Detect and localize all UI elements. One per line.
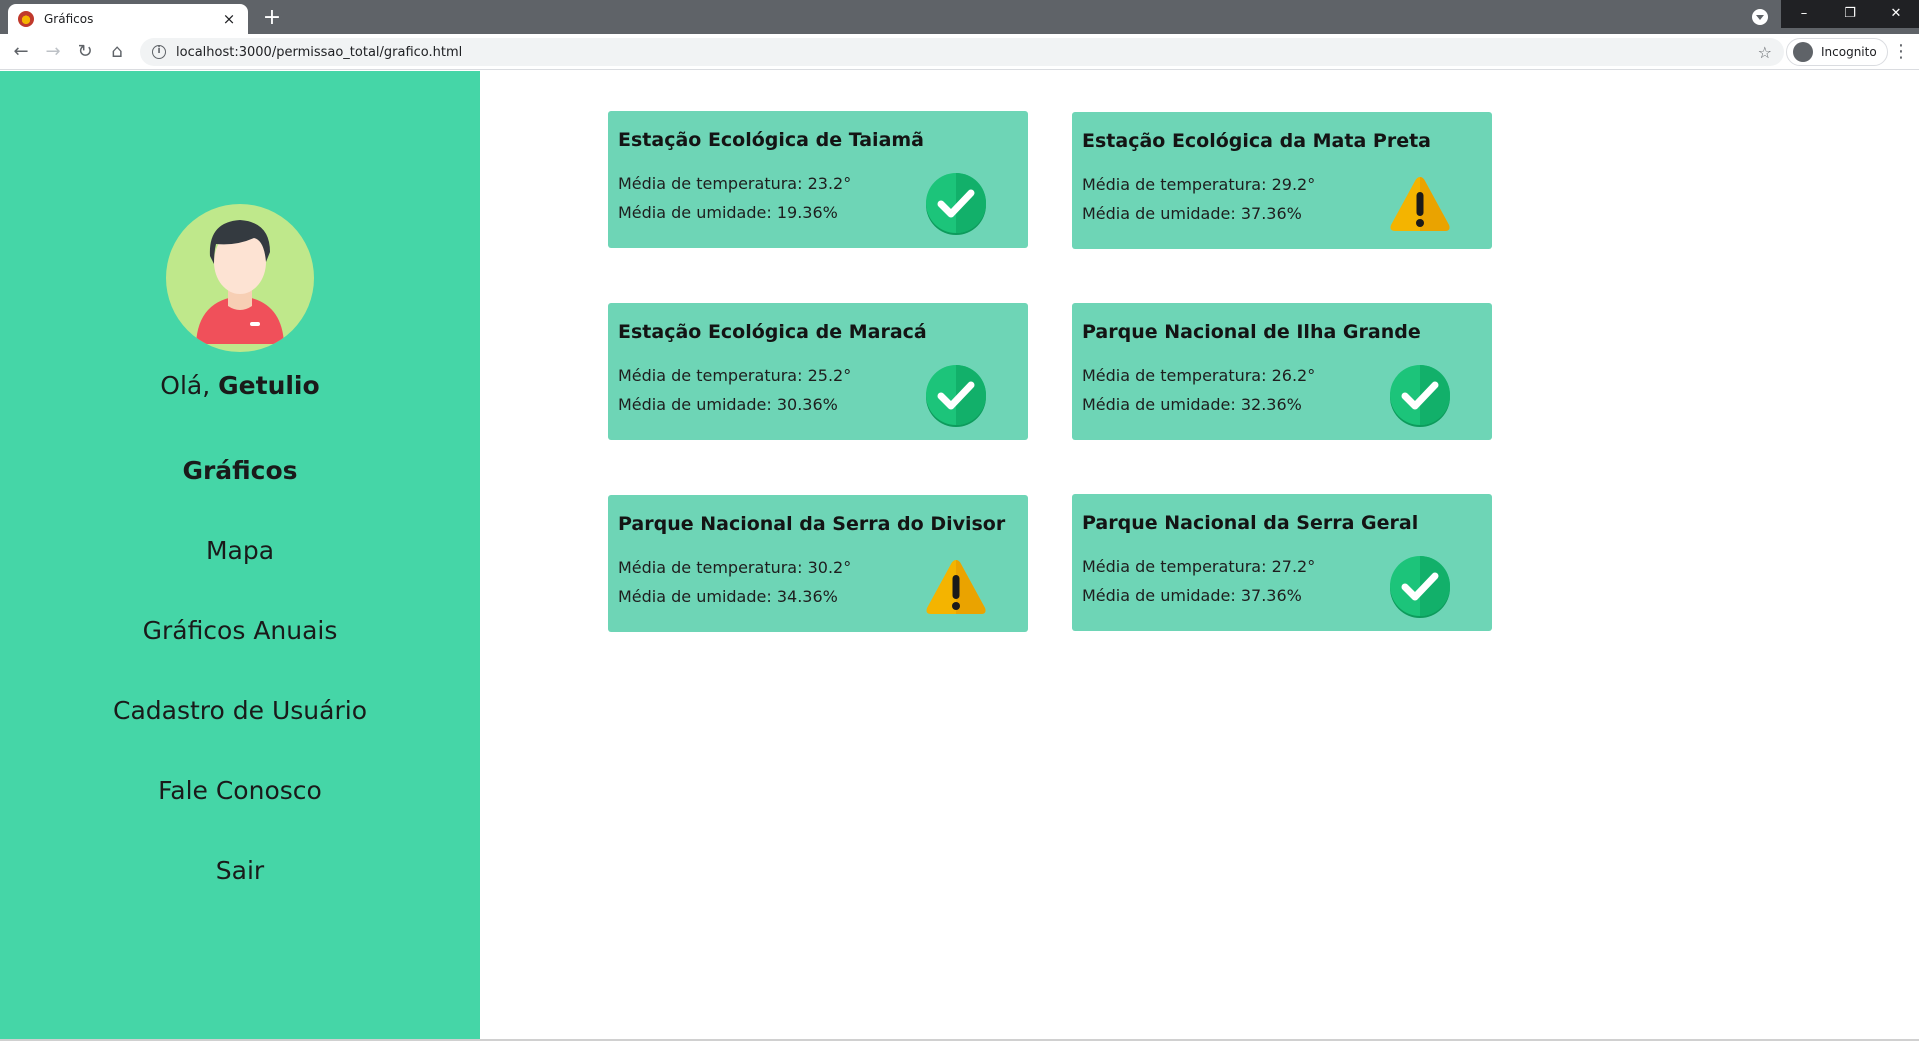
check-icon <box>926 365 986 427</box>
info-icon[interactable]: i <box>152 45 166 59</box>
sidebar-item-graficos-anuais[interactable]: Gráficos Anuais <box>0 611 480 691</box>
station-card[interactable]: Parque Nacional da Serra do Divisor Médi… <box>608 495 1028 632</box>
station-title: Estação Ecológica da Mata Preta <box>1082 130 1431 152</box>
new-tab-button[interactable]: + <box>258 4 286 32</box>
restore-button[interactable]: ❐ <box>1827 0 1873 28</box>
humidity-text: Média de umidade: 37.36% <box>1082 204 1302 223</box>
user-name: Getulio <box>218 371 320 400</box>
user-avatar-icon <box>196 220 284 344</box>
main-content: Estação Ecológica de Taiamã Média de tem… <box>480 71 1919 1041</box>
station-card[interactable]: Estação Ecológica de Maracá Média de tem… <box>608 303 1028 440</box>
sidebar-item-sair[interactable]: Sair <box>0 851 480 931</box>
temperature-text: Média de temperatura: 25.2° <box>618 366 852 385</box>
minimize-button[interactable]: – <box>1781 0 1827 28</box>
temperature-text: Média de temperatura: 26.2° <box>1082 366 1316 385</box>
station-title: Parque Nacional de Ilha Grande <box>1082 321 1421 343</box>
sidebar-item-graficos[interactable]: Gráficos <box>0 451 480 531</box>
incognito-label: Incognito <box>1821 45 1877 59</box>
back-icon[interactable]: ← <box>8 39 34 65</box>
avatar <box>166 204 314 352</box>
humidity-text: Média de umidade: 32.36% <box>1082 395 1302 414</box>
warning-icon <box>926 560 986 614</box>
humidity-text: Média de umidade: 37.36% <box>1082 586 1302 605</box>
close-window-button[interactable]: ✕ <box>1873 0 1919 28</box>
temperature-text: Média de temperatura: 23.2° <box>618 174 852 193</box>
tab-title: Gráficos <box>44 12 94 26</box>
incognito-badge[interactable]: Incognito <box>1786 38 1888 66</box>
station-title: Estação Ecológica de Taiamã <box>618 129 925 151</box>
temperature-text: Média de temperatura: 30.2° <box>618 558 852 577</box>
temperature-text: Média de temperatura: 27.2° <box>1082 557 1316 576</box>
greeting-prefix: Olá, <box>160 371 219 400</box>
tab-close-button[interactable]: × <box>220 10 238 28</box>
station-card[interactable]: Estação Ecológica de Taiamã Média de tem… <box>608 111 1028 248</box>
station-card[interactable]: Parque Nacional da Serra Geral Média de … <box>1072 494 1492 631</box>
check-icon <box>1390 365 1450 427</box>
window-controls: – ❐ ✕ <box>1781 0 1919 28</box>
humidity-text: Média de umidade: 34.36% <box>618 587 838 606</box>
sidebar-item-cadastro-usuario[interactable]: Cadastro de Usuário <box>0 691 480 771</box>
check-icon <box>1390 556 1450 618</box>
bookmark-star-icon[interactable]: ☆ <box>1758 43 1772 62</box>
station-title: Parque Nacional da Serra do Divisor <box>618 513 1006 535</box>
station-card[interactable]: Estação Ecológica da Mata Preta Média de… <box>1072 112 1492 249</box>
greeting: Olá, Getulio <box>0 371 480 400</box>
url-text[interactable]: localhost:3000/permissao_total/grafico.h… <box>176 45 1758 60</box>
favicon-icon <box>18 11 34 27</box>
incognito-icon <box>1793 42 1813 62</box>
sidebar-item-fale-conosco[interactable]: Fale Conosco <box>0 771 480 851</box>
address-bar[interactable]: i localhost:3000/permissao_total/grafico… <box>140 38 1784 66</box>
tab-search-icon[interactable] <box>1752 9 1768 25</box>
check-icon <box>926 173 986 235</box>
browser-tabbar: Gráficos × + – ❐ ✕ <box>0 0 1919 34</box>
browser-toolbar: ← → ↻ ⌂ i localhost:3000/permissao_total… <box>0 34 1919 70</box>
sidebar-item-mapa[interactable]: Mapa <box>0 531 480 611</box>
humidity-text: Média de umidade: 30.36% <box>618 395 838 414</box>
temperature-text: Média de temperatura: 29.2° <box>1082 175 1316 194</box>
browser-menu-icon[interactable]: ⋮ <box>1892 39 1910 65</box>
warning-icon <box>1390 177 1450 231</box>
browser-tab[interactable]: Gráficos × <box>8 4 248 34</box>
station-title: Estação Ecológica de Maracá <box>618 321 927 343</box>
reload-icon[interactable]: ↻ <box>72 39 98 65</box>
sidebar: Olá, Getulio Gráficos Mapa Gráficos Anua… <box>0 71 480 1041</box>
station-card[interactable]: Parque Nacional de Ilha Grande Média de … <box>1072 303 1492 440</box>
sidebar-nav: Gráficos Mapa Gráficos Anuais Cadastro d… <box>0 451 480 931</box>
humidity-text: Média de umidade: 19.36% <box>618 203 838 222</box>
station-title: Parque Nacional da Serra Geral <box>1082 512 1419 534</box>
forward-icon[interactable]: → <box>40 39 66 65</box>
home-icon[interactable]: ⌂ <box>104 39 130 65</box>
